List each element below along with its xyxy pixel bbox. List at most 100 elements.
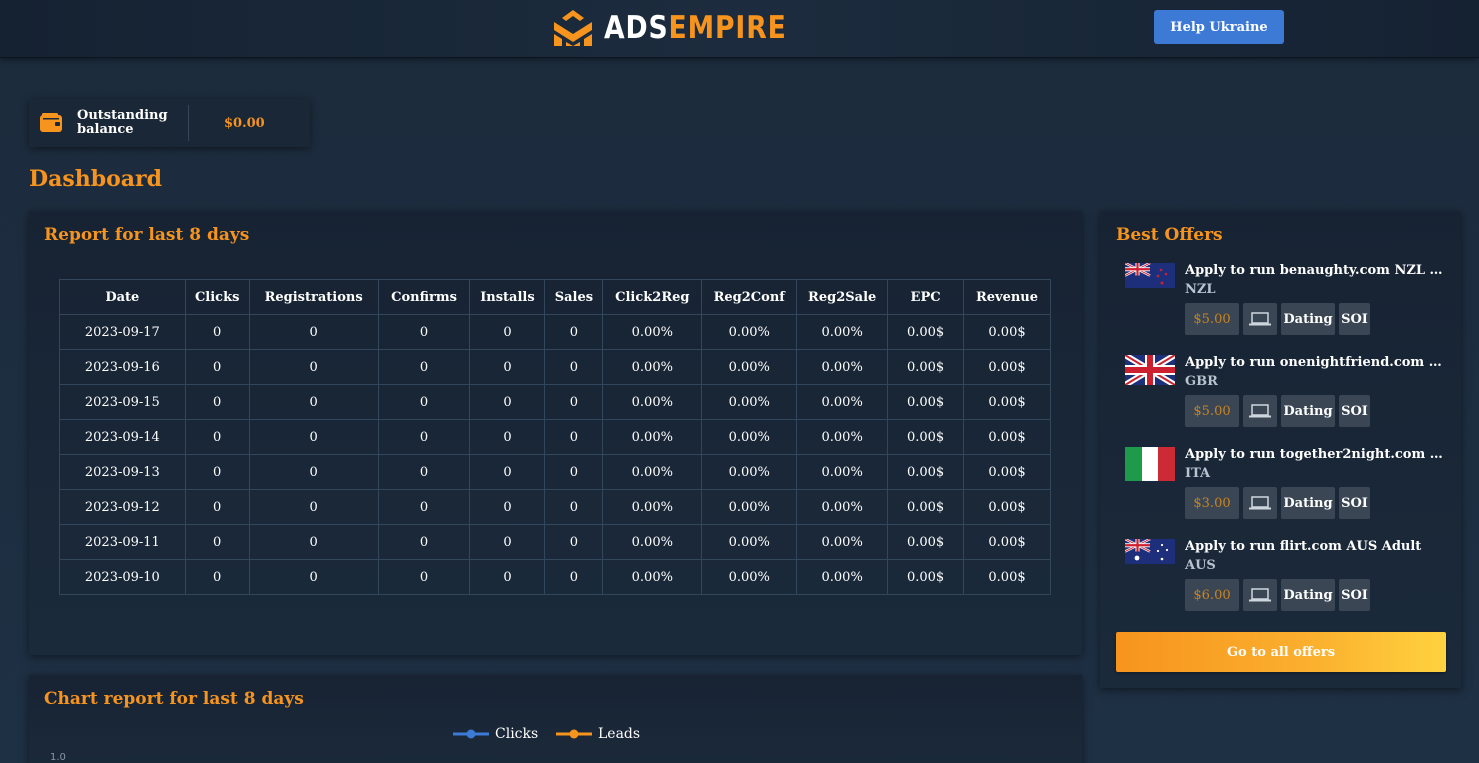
offer-geo: NZL [1185, 282, 1216, 297]
column-header-reg2sale[interactable]: Reg2Sale [796, 279, 889, 315]
offer-price-badge: $6.00 [1185, 579, 1239, 611]
table-cell: 0 [377, 349, 471, 385]
column-header-date[interactable]: Date [59, 279, 186, 315]
table-cell: 0.00% [701, 419, 798, 455]
offer-type-badge: SOI [1339, 579, 1370, 611]
table-cell: 0 [248, 419, 379, 455]
column-header-reg2conf[interactable]: Reg2Conf [701, 279, 798, 315]
offer-price-badge: $5.00 [1185, 395, 1239, 427]
table-cell: 0 [248, 314, 379, 350]
legend-clicks[interactable]: Clicks [453, 726, 538, 742]
table-cell: 2023-09-11 [59, 524, 186, 560]
column-header-installs[interactable]: Installs [469, 279, 546, 315]
table-cell: 0 [248, 559, 379, 595]
table-cell: 0 [544, 524, 604, 560]
table-cell: 0.00$ [963, 454, 1051, 490]
help-ukraine-button[interactable]: Help Ukraine [1154, 10, 1284, 44]
column-header-revenue[interactable]: Revenue [963, 279, 1051, 315]
column-header-click2reg[interactable]: Click2Reg [602, 279, 703, 315]
column-header-epc[interactable]: EPC [887, 279, 964, 315]
table-cell: 0 [377, 454, 471, 490]
table-cell: 0.00$ [963, 349, 1051, 385]
offer-item[interactable]: Apply to run onenightfriend.com GBR Adul… [1125, 355, 1445, 441]
go-to-all-offers-button[interactable]: Go to all offers [1116, 632, 1446, 672]
table-cell: 0.00% [796, 349, 889, 385]
balance-divider [188, 105, 189, 141]
table-cell: 0 [469, 454, 546, 490]
legend-leads[interactable]: Leads [556, 726, 640, 742]
laptop-icon [1243, 303, 1277, 335]
table-cell: 0.00% [796, 524, 889, 560]
offer-tags: $5.00 Dating SOI [1185, 395, 1370, 427]
table-cell: 0.00$ [963, 524, 1051, 560]
table-cell: 0 [469, 489, 546, 525]
table-cell: 0.00% [602, 489, 703, 525]
column-header-confirms[interactable]: Confirms [377, 279, 471, 315]
offer-title[interactable]: Apply to run together2night.com ITA Adul… [1185, 447, 1443, 462]
table-cell: 0 [184, 419, 250, 455]
table-cell: 0.00$ [887, 314, 964, 350]
table-cell: 0 [184, 349, 250, 385]
offer-tags: $3.00 Dating SOI [1185, 487, 1370, 519]
table-cell: 0.00$ [887, 419, 964, 455]
table-cell: 0.00$ [887, 489, 964, 525]
table-cell: 0.00% [796, 489, 889, 525]
chart-title: Chart report for last 8 days [44, 689, 304, 709]
adsempire-logo[interactable]: ADSEMPIRE [550, 8, 816, 48]
table-cell: 0 [184, 559, 250, 595]
legend-clicks-label: Clicks [495, 726, 539, 742]
table-cell: 0.00$ [963, 419, 1051, 455]
offer-category-badge: Dating [1281, 395, 1335, 427]
laptop-icon [1243, 579, 1277, 611]
column-header-clicks[interactable]: Clicks [184, 279, 250, 315]
table-cell: 0 [469, 419, 546, 455]
table-cell: 0.00% [602, 384, 703, 420]
chart-panel: Chart report for last 8 days Clicks Lead… [29, 675, 1082, 763]
table-cell: 0.00$ [963, 489, 1051, 525]
table-cell: 0.00% [602, 314, 703, 350]
table-cell: 0.00% [796, 419, 889, 455]
table-cell: 0 [248, 524, 379, 560]
table-cell: 0.00% [796, 314, 889, 350]
table-row: 2023-09-13 0 0 0 0 0 0.00% 0.00% 0.00% 0.00$ 0.00$ [59, 454, 1051, 490]
table-cell: 0 [544, 559, 604, 595]
table-cell: 2023-09-14 [59, 419, 186, 455]
offer-category-badge: Dating [1281, 579, 1335, 611]
offer-title[interactable]: Apply to run benaughty.com NZL Adult [1185, 263, 1443, 278]
table-cell: 0.00% [602, 524, 703, 560]
table-cell: 0.00$ [963, 314, 1051, 350]
column-header-registrations[interactable]: Registrations [248, 279, 379, 315]
table-cell: 2023-09-12 [59, 489, 186, 525]
balance-label: Outstanding balance [77, 108, 168, 137]
offer-price-badge: $5.00 [1185, 303, 1239, 335]
offer-title[interactable]: Apply to run onenightfriend.com GBR Adul… [1185, 355, 1443, 370]
table-cell: 0.00% [701, 349, 798, 385]
table-cell: 0.00% [796, 454, 889, 490]
top-bar: ADSEMPIRE Help Ukraine [0, 0, 1479, 58]
table-cell: 0.00$ [963, 559, 1051, 595]
table-cell: 0 [469, 349, 546, 385]
offer-geo: AUS [1185, 558, 1216, 573]
table-cell: 2023-09-15 [59, 384, 186, 420]
offer-item[interactable]: Apply to run together2night.com ITA Adul… [1125, 447, 1445, 533]
table-cell: 0.00$ [887, 454, 964, 490]
table-cell: 0.00% [701, 559, 798, 595]
table-cell: 0 [184, 524, 250, 560]
offer-category-badge: Dating [1281, 487, 1335, 519]
offer-title[interactable]: Apply to run flirt.com AUS Adult [1185, 539, 1443, 554]
table-cell: 0 [248, 384, 379, 420]
offer-item[interactable]: Apply to run benaughty.com NZL Adult NZL… [1125, 263, 1445, 349]
report-panel: Report for last 8 days Date Clicks Regis… [29, 211, 1082, 655]
table-row: 2023-09-11 0 0 0 0 0 0.00% 0.00% 0.00% 0.00$ 0.00$ [59, 524, 1051, 560]
table-cell: 2023-09-16 [59, 349, 186, 385]
legend-clicks-marker [453, 729, 489, 739]
table-cell: 0 [377, 524, 471, 560]
offer-geo: GBR [1185, 374, 1218, 389]
table-cell: 0.00% [701, 454, 798, 490]
report-header-row: Date Clicks Registrations Confirms Insta… [59, 279, 1051, 315]
column-header-sales[interactable]: Sales [544, 279, 604, 315]
offer-item[interactable]: Apply to run flirt.com AUS Adult AUS $6.… [1125, 539, 1445, 625]
table-cell: 0.00% [701, 489, 798, 525]
table-cell: 2023-09-17 [59, 314, 186, 350]
report-table-body: 2023-09-17 0 0 0 0 0 0.00% 0.00% 0.00% 0.00$ 0.00$… [59, 314, 1051, 595]
